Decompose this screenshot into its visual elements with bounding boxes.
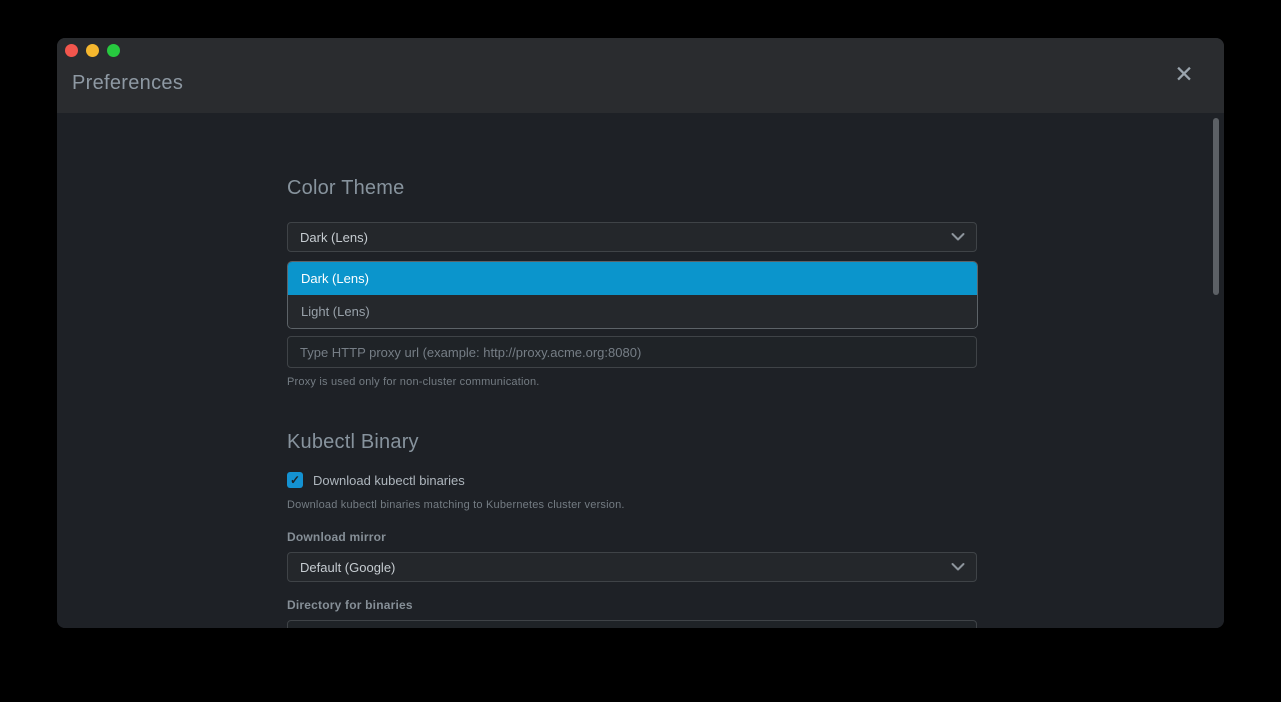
- color-theme-dropdown-menu: Dark (Lens) Light (Lens): [287, 261, 978, 329]
- color-theme-select-value: Dark (Lens): [300, 230, 368, 245]
- dropdown-option-label: Light (Lens): [301, 304, 370, 319]
- dropdown-option-dark-lens[interactable]: Dark (Lens): [288, 262, 977, 295]
- minimize-traffic-light-icon[interactable]: [86, 44, 99, 57]
- checkbox-checked-icon[interactable]: ✓: [287, 472, 303, 488]
- close-traffic-light-icon[interactable]: [65, 44, 78, 57]
- close-icon[interactable]: ✕: [1170, 60, 1198, 88]
- chevron-down-icon: [951, 233, 965, 242]
- download-kubectl-checkbox-label: Download kubectl binaries: [313, 473, 465, 488]
- preferences-window: Preferences ✕ Color Theme Dark (Lens) Da…: [57, 38, 1224, 628]
- download-kubectl-checkbox-row[interactable]: ✓ Download kubectl binaries: [287, 472, 465, 488]
- http-proxy-input[interactable]: [287, 336, 977, 368]
- color-theme-select[interactable]: Dark (Lens): [287, 222, 977, 252]
- download-mirror-select-value: Default (Google): [300, 560, 395, 575]
- vertical-scrollbar-thumb[interactable]: [1213, 118, 1219, 295]
- color-theme-heading: Color Theme: [287, 177, 404, 200]
- dropdown-option-light-lens[interactable]: Light (Lens): [288, 295, 977, 328]
- download-mirror-select[interactable]: Default (Google): [287, 552, 977, 582]
- form-column: Color Theme Dark (Lens) Dark (Lens) Ligh…: [287, 113, 977, 628]
- kubectl-helper-text: Download kubectl binaries matching to Ku…: [287, 499, 625, 511]
- page-title: Preferences: [72, 72, 183, 95]
- preferences-content: Color Theme Dark (Lens) Dark (Lens) Ligh…: [57, 113, 1224, 628]
- directory-for-binaries-input[interactable]: [287, 620, 977, 628]
- chevron-down-icon: [951, 563, 965, 572]
- dropdown-option-label: Dark (Lens): [301, 271, 369, 286]
- titlebar: Preferences ✕: [57, 38, 1224, 113]
- zoom-traffic-light-icon[interactable]: [107, 44, 120, 57]
- directory-for-binaries-label: Directory for binaries: [287, 598, 413, 612]
- proxy-helper-text: Proxy is used only for non-cluster commu…: [287, 376, 540, 388]
- kubectl-binary-heading: Kubectl Binary: [287, 431, 419, 454]
- download-mirror-label: Download mirror: [287, 530, 386, 544]
- traffic-lights: [65, 44, 120, 57]
